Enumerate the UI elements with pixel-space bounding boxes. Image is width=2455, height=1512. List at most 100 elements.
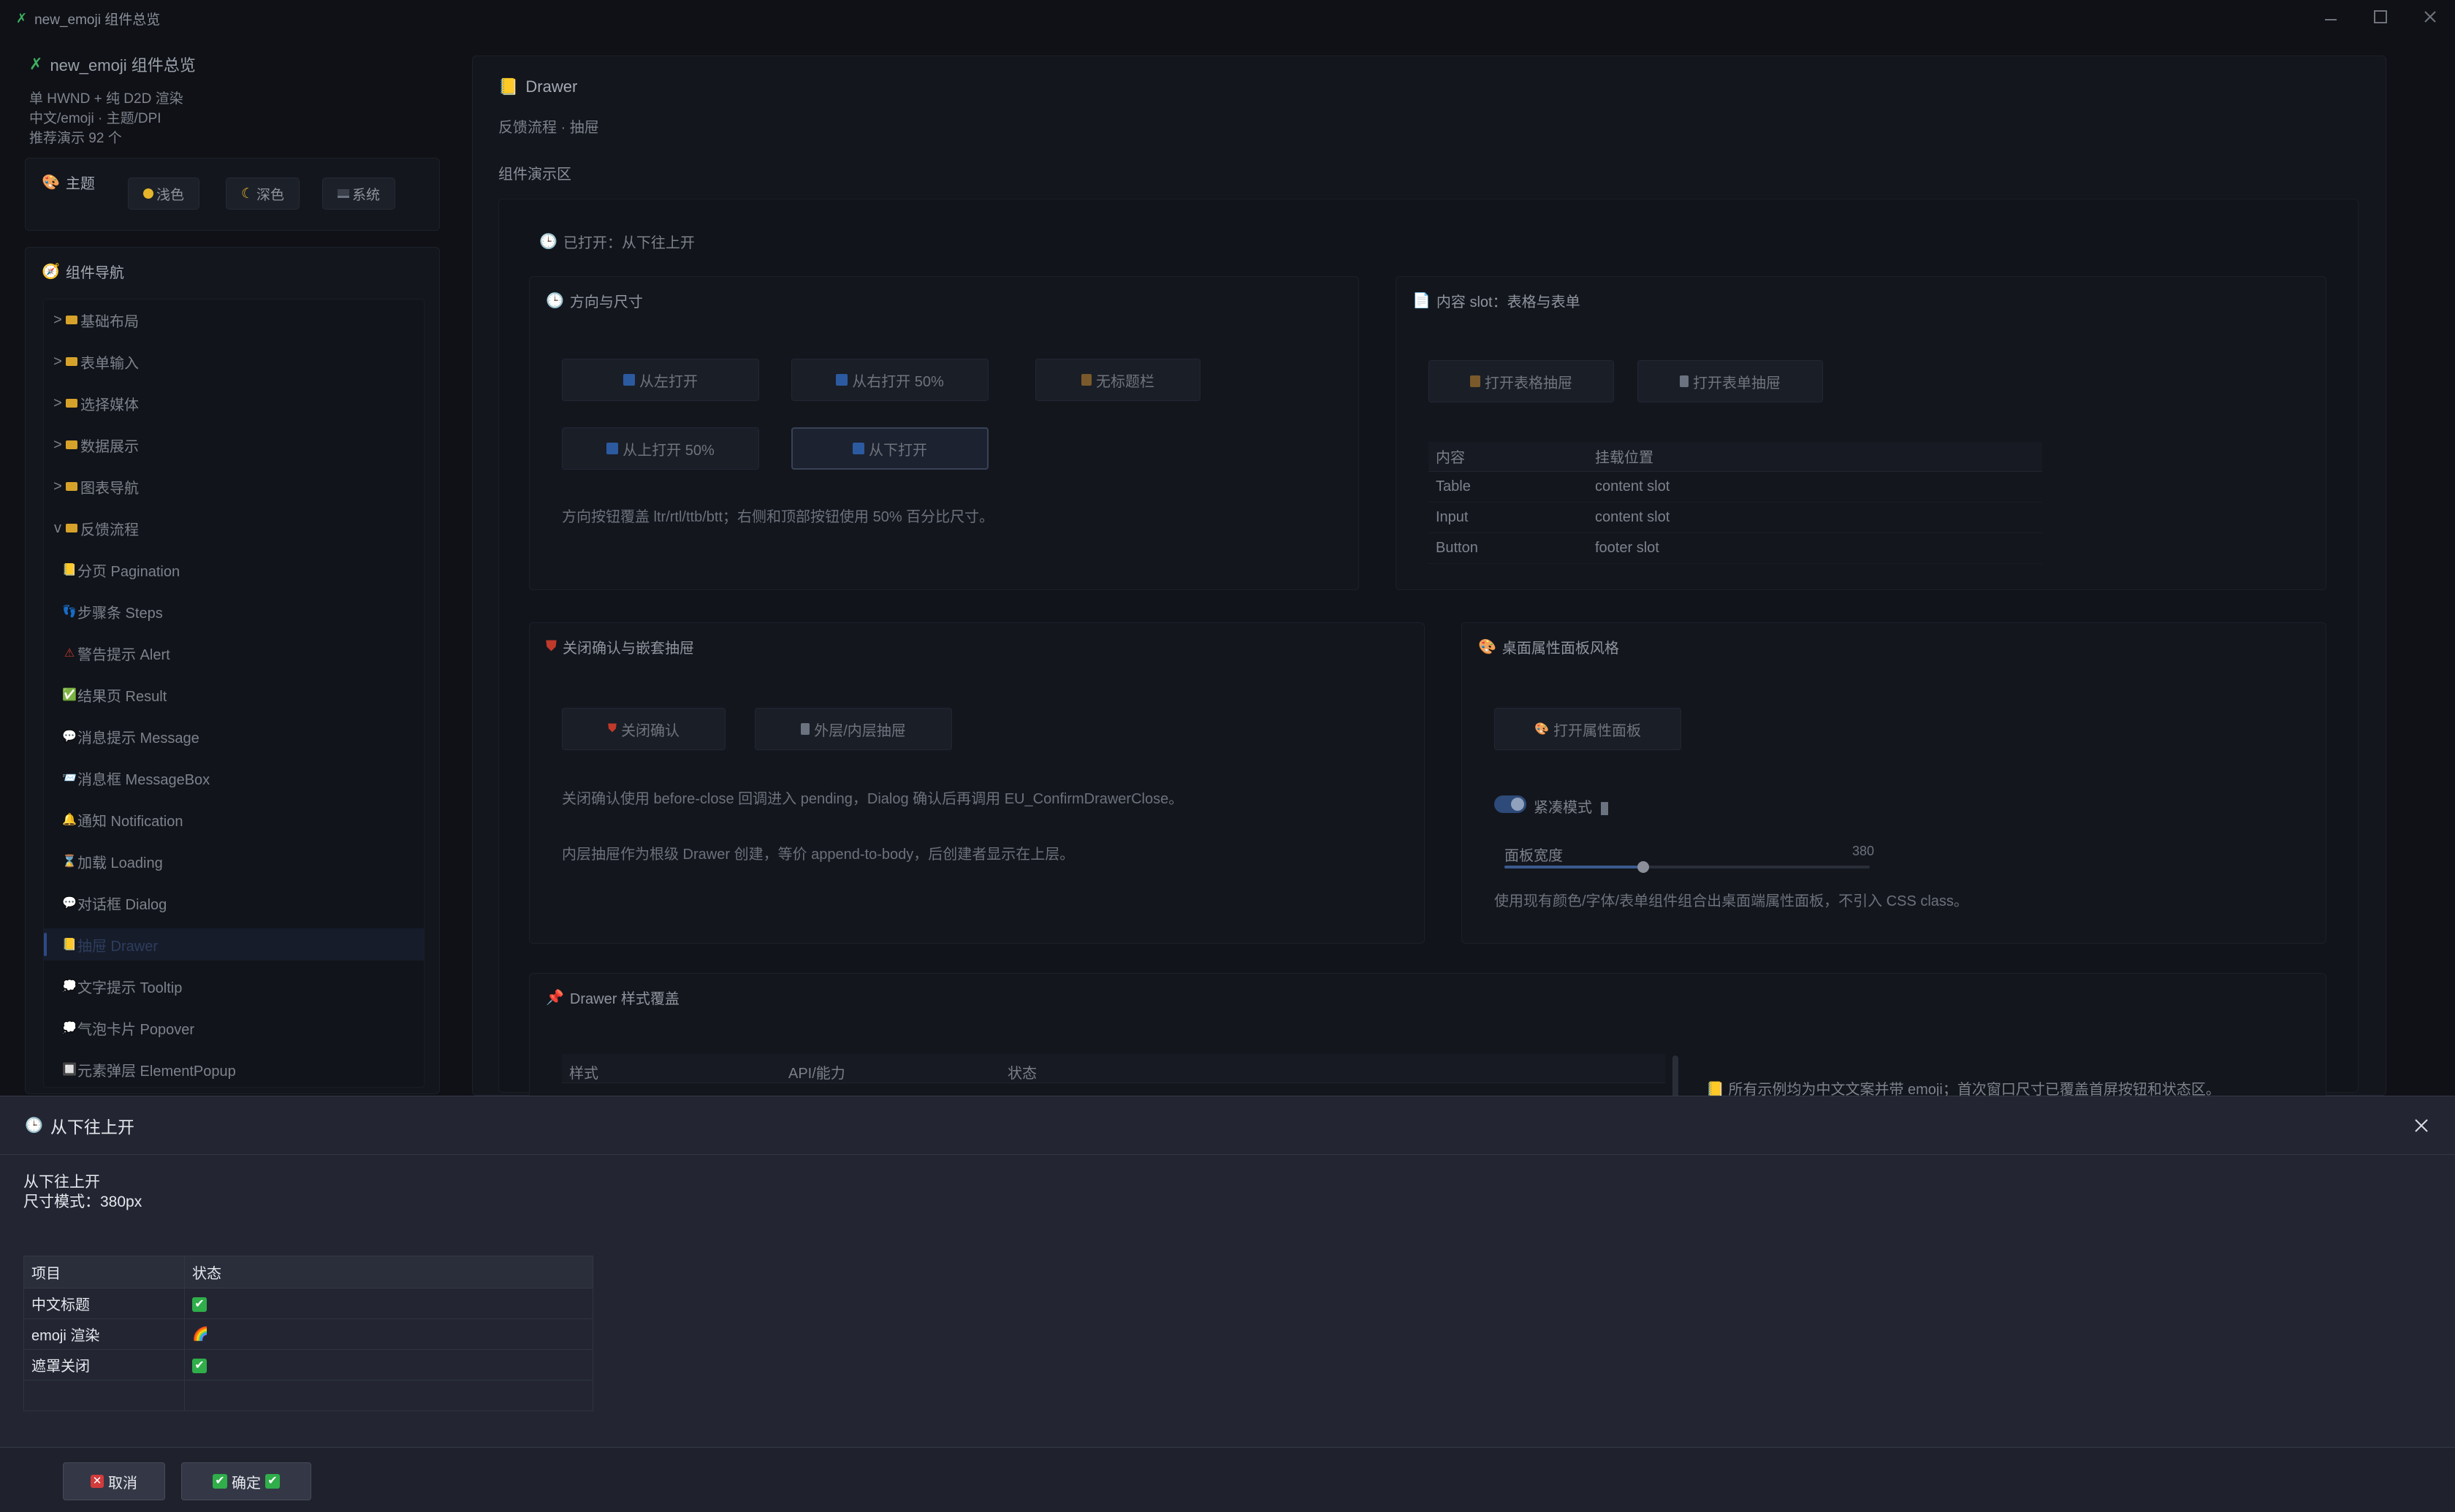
style-table-header: 样式 API/能力 状态 — [562, 1054, 1665, 1083]
rainbow-icon: 🌈 — [192, 1326, 209, 1341]
panel-width-slider[interactable] — [1504, 861, 1870, 873]
theme-light-button[interactable]: 浅色 — [128, 177, 200, 210]
shield-icon: ⛊ — [546, 638, 557, 654]
table-cell: content slot — [1588, 471, 2042, 503]
compact-mode-toggle[interactable] — [1494, 795, 1526, 813]
nav-group-form-input[interactable]: > 表单输入 — [44, 345, 424, 378]
clock-icon: 🕒 — [539, 234, 557, 250]
nav-item-label: 警告提示 Alert — [77, 646, 170, 663]
slider-thumb[interactable] — [1637, 861, 1649, 873]
nav-item-label: 气泡卡片 Popover — [77, 1021, 195, 1038]
nav-item-popover[interactable]: 💭 气泡卡片 Popover — [44, 1012, 424, 1044]
nav-item-element-popup[interactable]: 🔲 元素弹层 ElementPopup — [44, 1053, 424, 1085]
minimize-button[interactable] — [2306, 0, 2356, 34]
drawer-title: 从下往上开 — [50, 1117, 134, 1137]
window-controls — [2306, 0, 2455, 34]
open-property-panel-button[interactable]: 🎨 打开属性面板 — [1494, 708, 1681, 750]
app-icon: ✗ — [29, 55, 43, 73]
panel-title-text: 方向与尺寸 — [569, 294, 643, 310]
nav-group-label: 图表导航 — [80, 480, 139, 497]
nav-item-label: 消息提示 Message — [77, 730, 199, 747]
close-icon — [2415, 1119, 2428, 1132]
nav-group-label: 基础布局 — [80, 313, 139, 330]
table-row: Input content slot — [1428, 502, 2042, 533]
button-label: 取消 — [108, 1475, 137, 1492]
button-label: 无标题栏 — [1096, 373, 1154, 390]
nav-label-text: 组件导航 — [65, 265, 124, 281]
close-confirm-button[interactable]: ⛊ 关闭确认 — [562, 708, 726, 750]
nav-group-feedback[interactable]: v 反馈流程 — [44, 512, 424, 544]
sidebar-title-text: new_emoji 组件总览 — [50, 56, 196, 75]
nav-item-dialog[interactable]: 💬 对话框 Dialog — [44, 887, 424, 919]
check-icon: ✔ — [192, 1297, 207, 1312]
close-window-button[interactable] — [2405, 0, 2455, 34]
nav-group-chart-nav[interactable]: > 图表导航 — [44, 470, 424, 503]
panel-title: 🎨 桌面属性面板风格 — [1478, 636, 1619, 657]
shield-icon: ⛊ — [607, 722, 617, 735]
minimize-icon — [2325, 19, 2337, 20]
theme-dark-button[interactable]: ☾ 深色 — [226, 177, 300, 210]
check-icon: ✔ — [265, 1474, 280, 1489]
nav-group-data-display[interactable]: > 数据展示 — [44, 429, 424, 461]
drawer-close-button[interactable] — [2410, 1114, 2433, 1137]
table-cell: 中文标题 — [23, 1288, 185, 1319]
drawer-size-mode: 尺寸模式：380px — [23, 1194, 142, 1210]
nav-item-messagebox[interactable]: 📨 消息框 MessageBox — [44, 762, 424, 794]
panel-width-value: 380 — [1852, 844, 1875, 858]
thought-bubble-icon: 💭 — [62, 980, 77, 993]
palette-icon: 🎨 — [1534, 723, 1549, 736]
nav-item-loading[interactable]: ⌛ 加载 Loading — [44, 845, 424, 877]
open-left-button[interactable]: 从左打开 — [562, 359, 759, 401]
nav-item-message[interactable]: 💬 消息提示 Message — [44, 720, 424, 752]
nav-item-label: 分页 Pagination — [77, 563, 180, 580]
nav-item-pagination[interactable]: 📒 分页 Pagination — [44, 554, 424, 586]
table-cell: Table — [1428, 471, 1588, 503]
button-label: 从左打开 — [639, 373, 698, 390]
chevron-right-icon: > — [53, 436, 62, 453]
button-label: 打开表单抽屉 — [1693, 375, 1781, 392]
table-scrollbar[interactable] — [1672, 1055, 1678, 1099]
open-form-drawer-button[interactable]: 打开表单抽屉 — [1637, 360, 1823, 402]
table-row: 中文标题 ✔ — [23, 1288, 593, 1319]
maximize-button[interactable] — [2356, 0, 2405, 34]
nav-item-label: 结果页 Result — [77, 688, 167, 705]
confirm-button[interactable]: ✔ 确定 ✔ — [181, 1462, 311, 1500]
theme-card: 🎨 主题 浅色 ☾ 深色 系统 — [25, 158, 440, 231]
nav-item-label: 步骤条 Steps — [77, 605, 163, 622]
ledger-icon: 📒 — [498, 77, 519, 96]
folder-icon — [66, 357, 77, 366]
panel-title-text: 关闭确认与嵌套抽屉 — [563, 641, 694, 657]
nav-item-label: 对话框 Dialog — [77, 896, 167, 913]
nav-item-tooltip[interactable]: 💭 文字提示 Tooltip — [44, 970, 424, 1002]
open-right-button[interactable]: 从右打开 50% — [791, 359, 989, 401]
table-header: 内容 — [1428, 442, 1588, 472]
button-label: 打开属性面板 — [1553, 722, 1641, 739]
open-top-button[interactable]: 从上打开 50% — [562, 427, 759, 470]
cancel-button[interactable]: ✕ 取消 — [63, 1462, 165, 1500]
table-row: Table content slot — [1428, 471, 2042, 503]
table-cell: Button — [1428, 532, 1588, 564]
bell-icon: 🔔 — [62, 814, 77, 826]
nav-group-basic-layout[interactable]: > 基础布局 — [44, 304, 424, 336]
nav-item-notification[interactable]: 🔔 通知 Notification — [44, 803, 424, 836]
ledger-icon — [1081, 374, 1092, 386]
hourglass-icon: ⌛ — [62, 855, 77, 868]
theme-system-button[interactable]: 系统 — [322, 177, 396, 210]
meta-line: 单 HWND + 纯 D2D 渲染 — [29, 91, 183, 107]
arrow-down-icon — [606, 443, 619, 454]
open-bottom-button[interactable]: 从下打开 — [791, 427, 989, 470]
page-title: 📒 Drawer — [498, 77, 577, 96]
nested-drawer-button[interactable]: 外层/内层抽屉 — [755, 708, 952, 750]
table-row: emoji 渲染 🌈 — [23, 1318, 593, 1350]
nav-item-steps[interactable]: 👣 步骤条 Steps — [44, 595, 424, 627]
arrow-right-icon — [836, 374, 848, 386]
nav-item-drawer[interactable]: 📒 抽屉 Drawer — [44, 928, 424, 961]
nav-group-select-media[interactable]: > 选择媒体 — [44, 387, 424, 419]
open-table-drawer-button[interactable]: 打开表格抽屉 — [1428, 360, 1614, 402]
table-header: 项目 — [23, 1256, 185, 1288]
table-cell: content slot — [1588, 502, 2042, 533]
nav-item-result[interactable]: ✅ 结果页 Result — [44, 679, 424, 711]
nav-item-alert[interactable]: ⚠ 警告提示 Alert — [44, 637, 424, 669]
no-title-button[interactable]: 无标题栏 — [1035, 359, 1200, 401]
nested-drawer-note: 内层抽屉作为根级 Drawer 创建，等价 append-to-body，后创建… — [562, 847, 1075, 863]
